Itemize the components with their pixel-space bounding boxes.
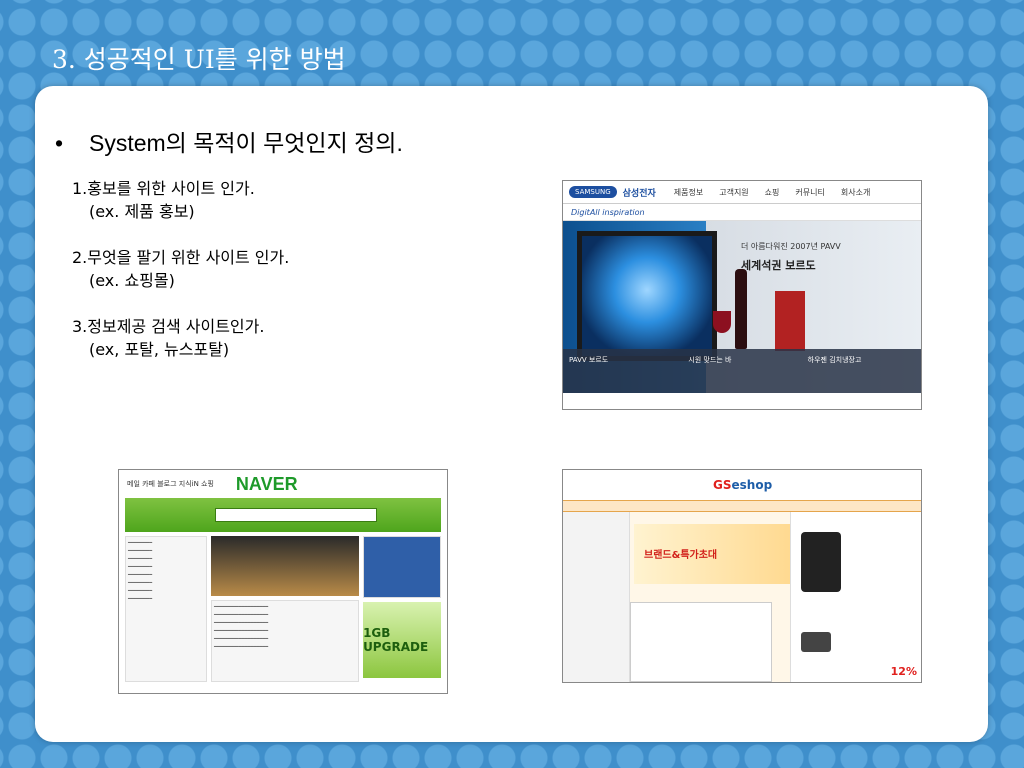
gs-product-column: 12% [790, 512, 921, 682]
gs-logo-gs: GS [713, 478, 732, 492]
naver-storage-ad: 1GB UPGRADE [363, 602, 441, 678]
naver-news: ━━━━━━━━━━━━━━━━━━ ━━━━━━━━━━━━━━━━━━ ━━━━… [210, 600, 360, 682]
samsung-nav-item: 고객지원 [719, 187, 749, 197]
samsung-nav-item: 제품정보 [673, 187, 704, 197]
gs-nav-bar [563, 500, 921, 512]
purpose-list: 1.홍보를 위한 사이트 인가. (ex. 제품 홍보) 2.무엇을 팔기 위한… [72, 177, 289, 384]
fridge-image [775, 291, 805, 351]
gs-banner-text: 브랜드&특가초대 [644, 550, 718, 561]
list-item-example: (ex. 쇼핑몰) [89, 271, 175, 290]
gs-header: GSeshop [563, 470, 921, 500]
naver-top-links: 메일 카페 블로그 지식iN 쇼핑 [127, 480, 214, 488]
samsung-subbar: DigitAll inspiration [563, 204, 921, 221]
samsung-tagline: DigitAll inspiration [571, 207, 645, 217]
samsung-ad-line2: 세계석권 보르도 [741, 259, 816, 272]
gs-logo-rest: eshop [731, 478, 773, 492]
wine-glass-image [713, 311, 731, 333]
naver-right-column: 1GB UPGRADE [363, 536, 441, 682]
gs-discount-badge: 12% [890, 665, 917, 678]
naver-search-input [215, 508, 377, 522]
gs-eshop-screenshot: GSeshop 브랜드&특가초대 12% [562, 469, 922, 683]
samsung-captions: PAVV 보르도 시원 맞드는 바 하우젠 김치냉장고 [563, 349, 921, 393]
list-item-label: 2.무엇을 팔기 위한 사이트 인가. [72, 248, 290, 267]
naver-ad-image [210, 536, 360, 596]
list-item: 1.홍보를 위한 사이트 인가. (ex. 제품 홍보) [72, 177, 289, 223]
naver-left-column: ━━━━━━━━ ━━━━━━━━ ━━━━━━━━ ━━━━━━━━ ━━━━━━━… [125, 536, 207, 682]
list-item-example: (ex. 제품 홍보) [89, 202, 195, 221]
naver-body: ━━━━━━━━ ━━━━━━━━ ━━━━━━━━ ━━━━━━━━ ━━━━━━━… [119, 532, 447, 686]
main-bullet: • System의 목적이 무엇인지 정의. [55, 124, 403, 158]
samsung-ad-line1: 더 아름다워진 2007년 PAVV [741, 242, 841, 251]
samsung-nav-item: 쇼핑 [764, 187, 780, 197]
naver-center-column: ━━━━━━━━━━━━━━━━━━ ━━━━━━━━━━━━━━━━━━ ━━━━… [210, 536, 360, 682]
bullet-dot: • [55, 130, 64, 156]
camera-image [801, 632, 831, 652]
slide-title: 3. 성공적인 UI를 위한 방법 [52, 45, 346, 74]
samsung-screenshot: SAMSUNG 삼성전자 제품정보 고객지원 쇼핑 커뮤니티 회사소개 Digi… [562, 180, 922, 410]
samsung-nav-item: 커뮤니티 [795, 187, 825, 197]
samsung-header: SAMSUNG 삼성전자 제품정보 고객지원 쇼핑 커뮤니티 회사소개 [563, 181, 921, 204]
list-item-example: (ex, 포탈, 뉴스포탈) [89, 340, 230, 359]
samsung-logo: SAMSUNG [569, 186, 617, 198]
samsung-caption: PAVV 보르도 [569, 356, 609, 364]
naver-header: 메일 카페 블로그 지식iN 쇼핑 NAVER [119, 470, 447, 498]
content-panel: • System의 목적이 무엇인지 정의. 1.홍보를 위한 사이트 인가. (… [35, 86, 988, 742]
samsung-hero-banner: 더 아름다워진 2007년 PAVV 세계석권 보르도 PAVV 보르도 시원 … [563, 221, 921, 393]
phone-image [801, 532, 841, 592]
gs-body: 브랜드&특가초대 12% [563, 512, 921, 682]
samsung-brand: 삼성전자 [622, 188, 656, 199]
list-item: 2.무엇을 팔기 위한 사이트 인가. (ex. 쇼핑몰) [72, 246, 289, 292]
wine-bottle-image [735, 269, 747, 349]
naver-logo: NAVER [235, 473, 298, 494]
gs-dropdown-menu [630, 602, 772, 682]
list-item-label: 3.정보제공 검색 사이트인가. [72, 317, 265, 336]
naver-search-bar [125, 498, 441, 532]
naver-banner [363, 536, 441, 598]
list-item: 3.정보제공 검색 사이트인가. (ex, 포탈, 뉴스포탈) [72, 315, 289, 361]
samsung-caption: 하우젠 김치냉장고 [807, 356, 862, 364]
main-bullet-text: System의 목적이 무엇인지 정의. [89, 130, 403, 156]
naver-screenshot: 메일 카페 블로그 지식iN 쇼핑 NAVER ━━━━━━━━ ━━━━━━━━… [118, 469, 448, 694]
gs-main-area: 브랜드&특가초대 [630, 512, 794, 682]
samsung-nav-item: 회사소개 [840, 187, 871, 197]
list-item-label: 1.홍보를 위한 사이트 인가. [72, 179, 255, 198]
gs-logo: GSeshop [713, 478, 772, 492]
samsung-caption: 시원 맞드는 바 [688, 356, 732, 364]
gs-category-list [563, 512, 630, 682]
gs-promo-banner: 브랜드&특가초대 [634, 524, 794, 584]
tv-image [577, 231, 717, 361]
